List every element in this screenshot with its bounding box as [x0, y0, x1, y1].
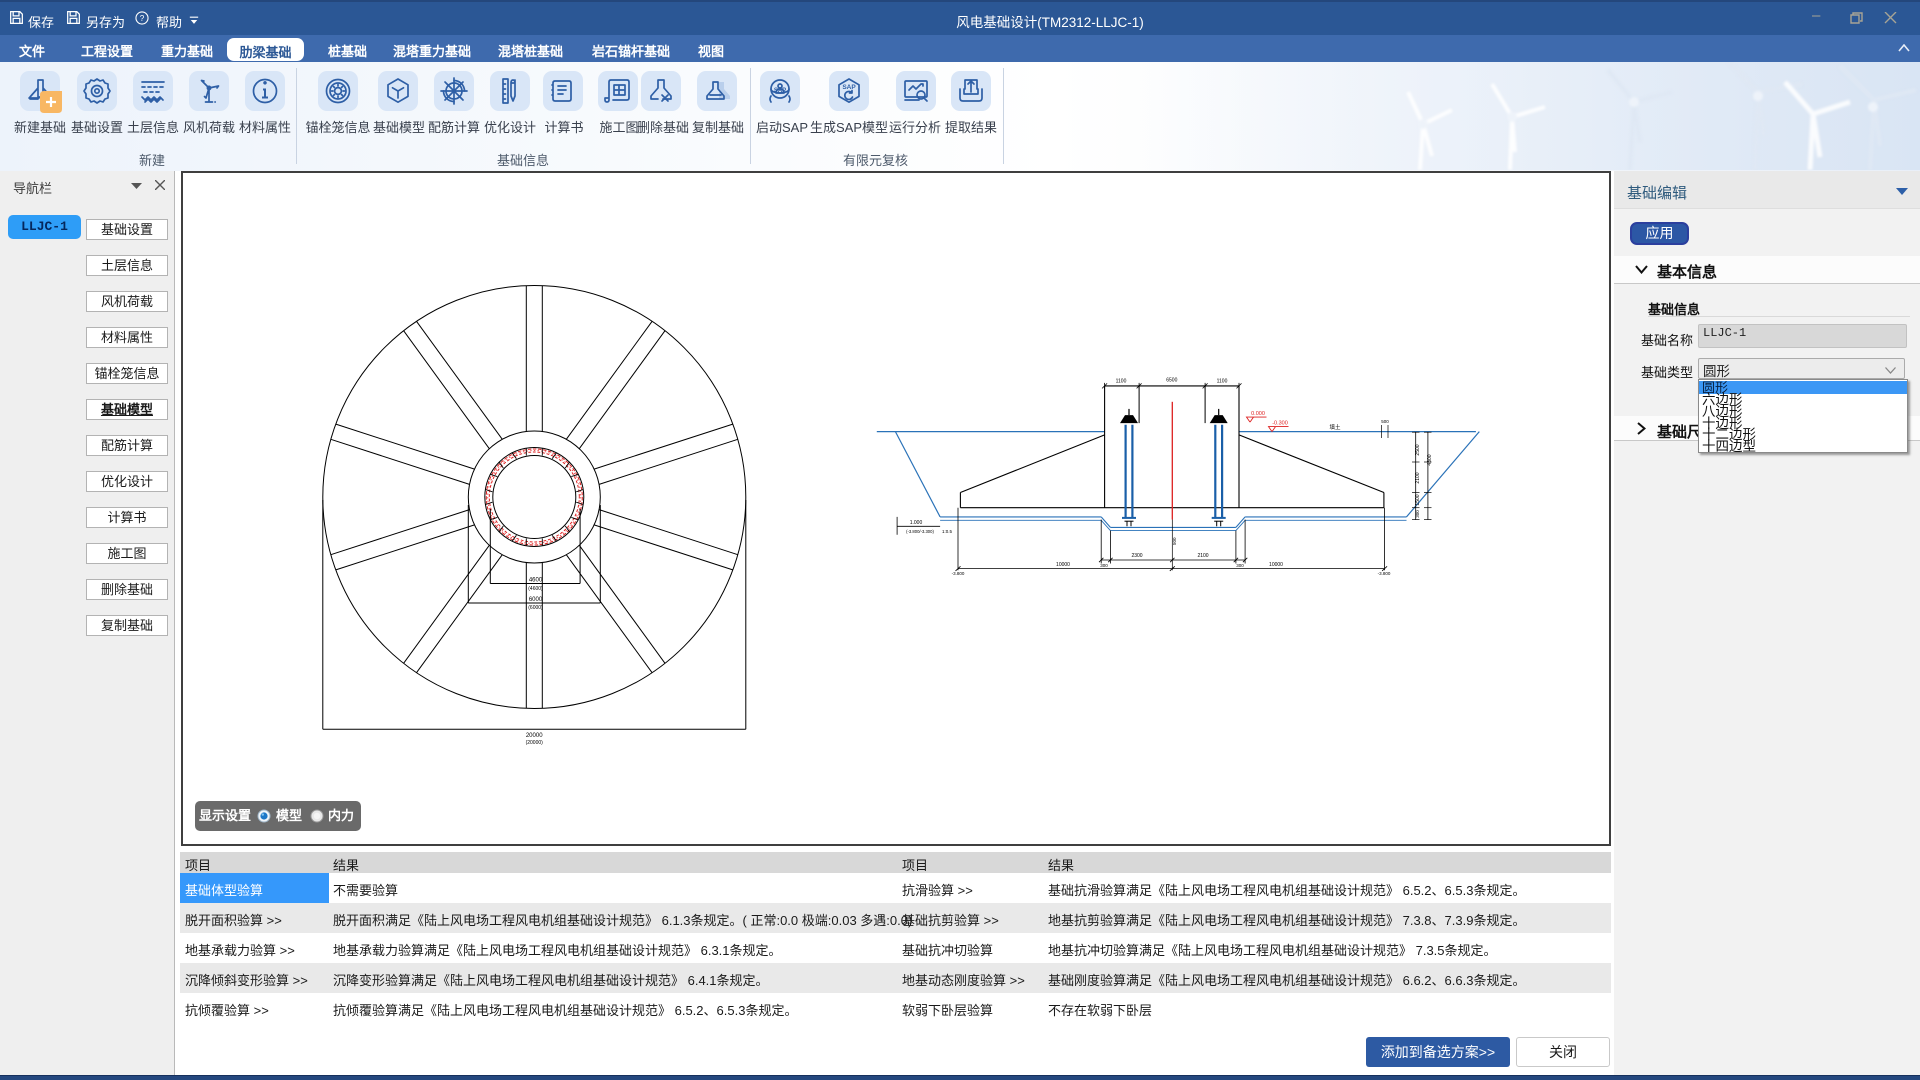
- svg-text:(20000): (20000): [526, 740, 544, 746]
- svg-text:1500: 1500: [1415, 494, 1421, 505]
- svg-text:填土: 填土: [1329, 423, 1341, 431]
- svg-text:0.000: 0.000: [1251, 411, 1265, 417]
- svg-text:300: 300: [1100, 563, 1108, 568]
- svg-text:(6000): (6000): [528, 605, 543, 611]
- svg-text:6500: 6500: [1166, 377, 1177, 383]
- svg-text:4300: 4300: [1427, 454, 1433, 465]
- svg-text:-3.800: -3.800: [1378, 571, 1391, 576]
- svg-text:300: 300: [1236, 563, 1244, 568]
- svg-text:1100: 1100: [1116, 379, 1127, 385]
- svg-text:500: 500: [1381, 419, 1389, 424]
- svg-text:4600: 4600: [529, 578, 543, 584]
- svg-text:6000: 6000: [529, 597, 543, 603]
- svg-text:2100: 2100: [1197, 553, 1208, 559]
- svg-text:2500: 2500: [1415, 444, 1421, 455]
- svg-text:(4600): (4600): [528, 586, 543, 592]
- svg-text:1.000: 1.000: [910, 520, 923, 526]
- svg-text:(-3.800/-3.300): (-3.800/-3.300): [906, 529, 934, 534]
- svg-text:2100: 2100: [1415, 472, 1421, 483]
- svg-text:1100: 1100: [1217, 379, 1228, 385]
- svg-text:1:0.5: 1:0.5: [942, 529, 953, 534]
- svg-text:10000: 10000: [1056, 562, 1070, 568]
- svg-text:500: 500: [1172, 537, 1177, 545]
- svg-text:300: 300: [1415, 510, 1420, 518]
- svg-text:20000: 20000: [526, 733, 543, 739]
- svg-text:2300: 2300: [1131, 553, 1142, 559]
- svg-text:10000: 10000: [1269, 562, 1283, 568]
- svg-text:-0.300: -0.300: [1272, 421, 1288, 427]
- svg-text:-3.800: -3.800: [952, 571, 965, 576]
